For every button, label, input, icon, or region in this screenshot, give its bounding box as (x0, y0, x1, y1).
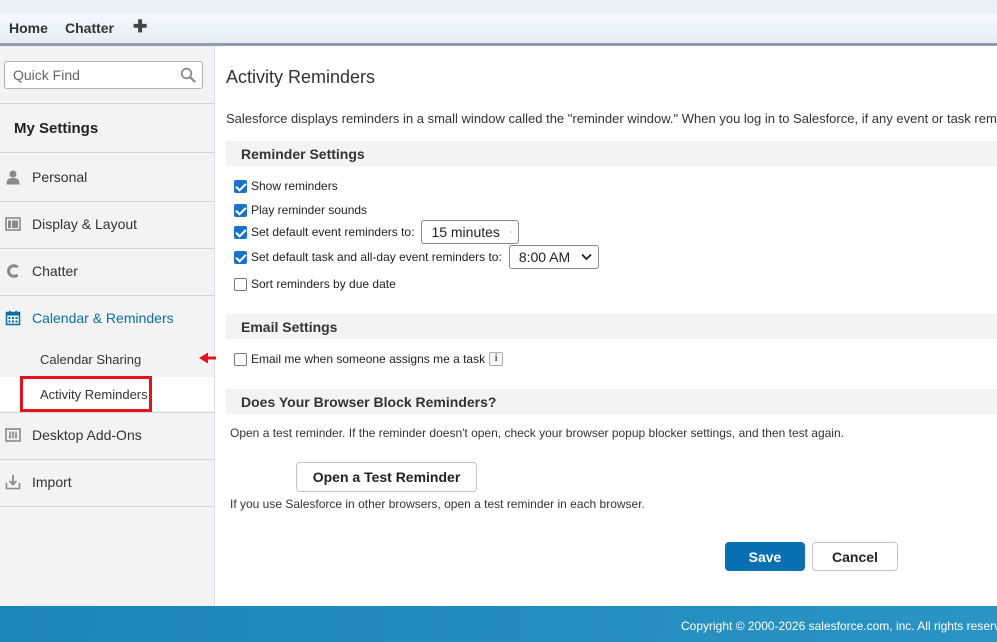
default-event-select[interactable]: 15 minutes (421, 220, 520, 244)
open-test-reminder-button[interactable]: Open a Test Reminder (296, 462, 477, 492)
top-nav: Home Chatter ✚ (0, 0, 997, 46)
checkbox-label: Play reminder sounds (251, 203, 368, 217)
browser-block-text: Open a test reminder. If the reminder do… (230, 426, 844, 440)
section-reminder-settings: Reminder Settings (226, 141, 997, 166)
email-assign-checkbox[interactable] (234, 352, 247, 366)
sidebar-item-label: Calendar & Reminders (32, 310, 174, 326)
checkbox-label: Set default event reminders to: (251, 225, 415, 239)
sidebar: My Settings Personal Display & Layout Ch… (0, 46, 215, 606)
checkbox-label: Set default task and all-day event remin… (251, 250, 502, 264)
sidebar-item-label: Import (32, 474, 72, 490)
import-icon (5, 475, 21, 490)
select-value: 8:00 AM (518, 249, 571, 265)
addons-icon (5, 428, 21, 442)
intro-text: Salesforce displays reminders in a small… (226, 111, 997, 126)
sidebar-item-label: Desktop Add-Ons (32, 427, 142, 443)
tab-home[interactable]: Home (9, 20, 48, 36)
chatter-icon (7, 264, 19, 278)
select-value: 15 minutes (431, 224, 500, 240)
sidebar-subitem-calendar-sharing[interactable]: Calendar Sharing (0, 342, 214, 376)
sidebar-item-display-layout[interactable]: Display & Layout (0, 201, 214, 247)
sidebar-item-chatter[interactable]: Chatter (0, 248, 214, 294)
show-reminders-checkbox[interactable] (234, 179, 247, 193)
main-content: Activity Reminders Salesforce displays r… (216, 46, 997, 606)
default-task-select[interactable]: 8:00 AM (508, 245, 599, 269)
sidebar-item-label: Personal (32, 169, 88, 185)
sidebar-item-calendar-reminders[interactable]: Calendar & Reminders (0, 295, 214, 341)
play-sounds-checkbox[interactable] (234, 203, 247, 217)
copyright-text: Copyright © 2000-2026 salesforce.com, in… (681, 619, 997, 633)
section-browser-block: Does Your Browser Block Reminders? (226, 389, 997, 414)
checkbox-label: Sort reminders by due date (251, 277, 396, 291)
quick-find-input[interactable] (5, 62, 165, 88)
highlight-box (20, 376, 152, 412)
sidebar-item-desktop-addons[interactable]: Desktop Add-Ons (0, 412, 214, 458)
info-icon[interactable]: i (489, 352, 504, 366)
section-heading: Does Your Browser Block Reminders? (241, 394, 497, 410)
layout-icon (5, 217, 21, 231)
search-icon[interactable] (180, 67, 196, 83)
sidebar-item-personal[interactable]: Personal (0, 154, 214, 200)
sidebar-subitem-label: Calendar Sharing (40, 352, 142, 367)
plus-icon[interactable]: ✚ (133, 17, 147, 37)
calendar-icon (5, 310, 21, 326)
sidebar-item-label: Chatter (32, 263, 78, 279)
other-browsers-text: If you use Salesforce in other browsers,… (230, 497, 645, 511)
chevron-down-icon (581, 253, 592, 261)
person-icon (6, 170, 20, 185)
sort-by-due-checkbox[interactable] (234, 277, 247, 291)
tab-chatter[interactable]: Chatter (65, 20, 114, 36)
sort-by-due-row: Sort reminders by due date (234, 274, 396, 294)
chevron-down-icon (510, 231, 513, 233)
quick-find[interactable] (4, 61, 203, 89)
footer: Copyright © 2000-2026 salesforce.com, in… (0, 606, 997, 642)
checkbox-label: Email me when someone assigns me a task (251, 352, 486, 366)
show-reminders-row: Show reminders (234, 176, 338, 196)
divider (0, 152, 214, 153)
section-heading: Email Settings (241, 319, 338, 335)
divider (0, 506, 214, 507)
section-email-settings: Email Settings (226, 314, 997, 339)
default-task-checkbox[interactable] (234, 250, 247, 264)
my-settings-heading: My Settings (14, 120, 99, 137)
default-event-row: Set default event reminders to: 15 minut… (234, 220, 520, 244)
divider (0, 103, 214, 104)
cancel-button[interactable]: Cancel (812, 542, 898, 571)
save-button[interactable]: Save (725, 542, 805, 571)
page-title: Activity Reminders (226, 67, 376, 87)
play-sounds-row: Play reminder sounds (234, 200, 367, 220)
checkbox-label: Show reminders (251, 179, 338, 193)
default-event-checkbox[interactable] (234, 225, 247, 239)
email-assign-row: Email me when someone assigns me a task … (234, 349, 504, 369)
section-heading: Reminder Settings (241, 146, 365, 162)
default-task-row: Set default task and all-day event remin… (234, 245, 599, 269)
sidebar-item-label: Display & Layout (32, 216, 138, 232)
sidebar-item-import[interactable]: Import (0, 459, 214, 505)
